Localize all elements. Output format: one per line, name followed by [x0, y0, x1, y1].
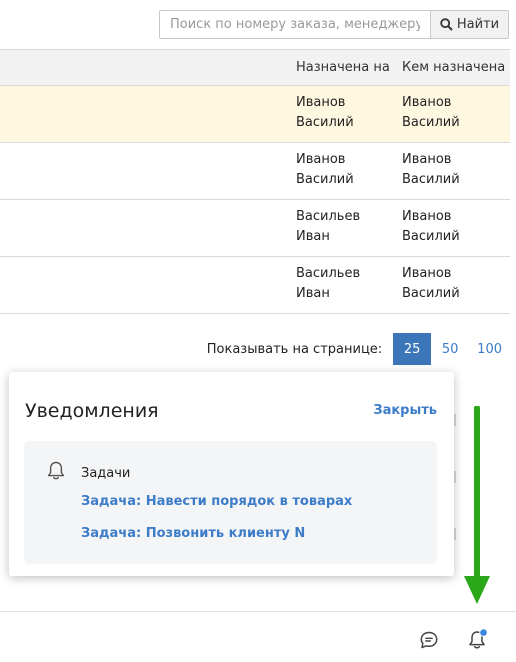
table-row[interactable]: Васильев Иван Иванов Василий — [0, 200, 510, 257]
column-header-assigned-to[interactable]: Назначена на — [296, 60, 390, 75]
column-header-assigned-by[interactable]: Кем назначена — [402, 60, 505, 75]
divider — [454, 528, 456, 540]
cell-assigned-by: Иванов Василий — [402, 266, 460, 301]
orders-table: Назначена на Кем назначена Иванов Васили… — [0, 49, 510, 314]
cell-assigned-to: Васильев Иван — [296, 209, 361, 244]
search-icon — [440, 18, 453, 31]
table-row[interactable]: Иванов Василий Иванов Василий — [0, 86, 510, 143]
task-link[interactable]: Задача: Навести порядок в товарах — [81, 494, 352, 509]
search-input[interactable] — [159, 10, 430, 39]
bell-icon — [47, 461, 65, 480]
chat-icon[interactable] — [419, 630, 439, 650]
table-row[interactable]: Васильев Иван Иванов Василий — [0, 257, 510, 314]
notification-group-title: Задачи — [81, 466, 131, 481]
arrow-down-icon — [464, 406, 490, 604]
search-button-label: Найти — [456, 17, 500, 32]
notifications-title: Уведомления — [25, 400, 159, 422]
cell-assigned-to: Иванов Василий — [296, 152, 354, 187]
divider — [454, 471, 456, 483]
notification-badge — [479, 628, 488, 637]
search-button[interactable]: Найти — [430, 10, 509, 39]
table-header: Назначена на Кем назначена — [0, 50, 510, 86]
search-bar: Найти — [159, 10, 509, 39]
cell-assigned-by: Иванов Василий — [402, 209, 460, 244]
page-size-option-100[interactable]: 100 — [469, 333, 510, 365]
bell-icon[interactable] — [467, 628, 489, 652]
divider — [454, 414, 456, 426]
page-size-selector: Показывать на странице: 25 50 100 — [207, 333, 510, 365]
close-notifications-link[interactable]: Закрыть — [373, 403, 437, 418]
page-size-option-50[interactable]: 50 — [431, 333, 469, 365]
bottom-toolbar — [0, 611, 516, 662]
cell-assigned-to: Васильев Иван — [296, 266, 361, 301]
cell-assigned-to: Иванов Василий — [296, 95, 354, 130]
page-size-label: Показывать на странице: — [206, 341, 383, 357]
notification-group-tasks: Задачи Задача: Навести порядок в товарах… — [24, 441, 437, 564]
cell-assigned-by: Иванов Василий — [402, 152, 460, 187]
task-link[interactable]: Задача: Позвонить клиенту N — [81, 526, 305, 541]
page-size-option-25[interactable]: 25 — [393, 333, 432, 365]
notifications-panel: Уведомления Закрыть Задачи Задача: Навес… — [9, 372, 454, 576]
cell-assigned-by: Иванов Василий — [402, 95, 460, 130]
table-row[interactable]: Иванов Василий Иванов Василий — [0, 143, 510, 200]
